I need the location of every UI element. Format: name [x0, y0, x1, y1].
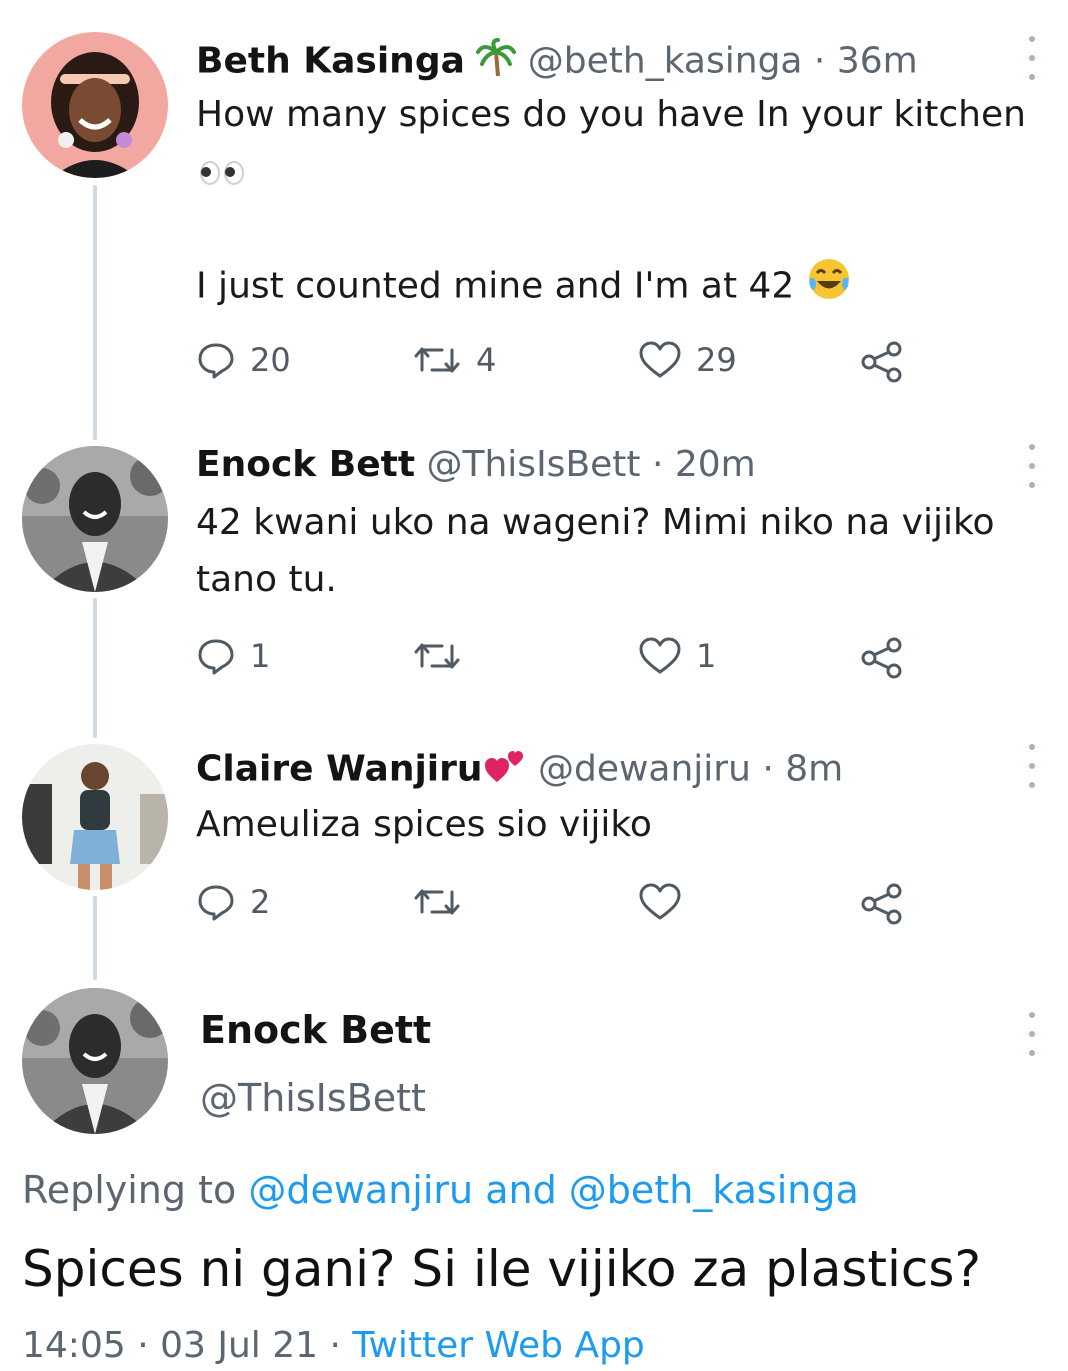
- tweet-text-line: tano tu.: [196, 559, 337, 600]
- tears-of-joy-icon: [806, 256, 852, 319]
- tweet-text-line: I just counted mine and I'm at 42: [196, 265, 795, 307]
- separator: ·: [329, 1325, 341, 1366]
- retweet-icon: [414, 889, 460, 915]
- author-name[interactable]: Beth Kasinga: [196, 41, 465, 82]
- author-handle[interactable]: @dewanjiru: [538, 749, 751, 790]
- like-count: 29: [696, 341, 737, 379]
- separator: ·: [750, 748, 786, 790]
- retweet-icon: [414, 643, 460, 669]
- like-button[interactable]: [638, 882, 696, 922]
- tweet-time[interactable]: 14:05: [22, 1325, 126, 1366]
- timestamp[interactable]: 8m: [785, 749, 843, 790]
- separator: ·: [137, 1325, 149, 1366]
- thread-line: [93, 598, 97, 738]
- author-name[interactable]: Claire Wanjiru: [196, 749, 483, 790]
- retweet-button[interactable]: [412, 882, 476, 922]
- hearts-icon: [483, 746, 527, 795]
- mention-link[interactable]: @beth_kasinga: [569, 1168, 859, 1212]
- tweet-text: Spices ni gani? Si ile vijiko za plastic…: [22, 1240, 981, 1298]
- share-button[interactable]: [860, 636, 904, 680]
- eyes-icon: [196, 148, 248, 205]
- reply-count: 1: [250, 637, 271, 675]
- replying-to: Replying to @dewanjiru and @beth_kasinga: [22, 1168, 859, 1212]
- timestamp[interactable]: 36m: [837, 41, 918, 82]
- retweet-button[interactable]: 4: [412, 340, 496, 380]
- tweet-date[interactable]: 03 Jul 21: [160, 1325, 318, 1366]
- author-handle[interactable]: @beth_kasinga: [528, 41, 803, 82]
- more-options-icon[interactable]: [1022, 744, 1042, 788]
- more-options-icon[interactable]: [1022, 1012, 1042, 1056]
- reply-count: 2: [250, 883, 271, 921]
- more-options-icon[interactable]: [1022, 444, 1042, 488]
- author-name[interactable]: Enock Bett: [196, 444, 415, 485]
- share-icon: [861, 883, 902, 925]
- like-count: 1: [696, 637, 717, 675]
- tweet-text-line: 42 kwani uko na wageni? Mimi niko na vij…: [196, 502, 995, 543]
- like-button[interactable]: 29: [638, 340, 737, 380]
- reply-icon: [198, 343, 234, 379]
- heart-icon: [639, 883, 681, 920]
- retweet-icon: [414, 347, 460, 373]
- share-icon: [861, 341, 902, 383]
- separator: ·: [802, 40, 837, 82]
- tweet-meta: 14:05 · 03 Jul 21 · Twitter Web App: [22, 1325, 645, 1366]
- share-button[interactable]: [860, 882, 904, 926]
- share-button[interactable]: [860, 340, 904, 384]
- like-button[interactable]: 1: [638, 636, 716, 676]
- separator: ·: [640, 444, 675, 485]
- share-icon: [861, 637, 902, 679]
- author-handle[interactable]: @ThisIsBett: [200, 1076, 426, 1120]
- thread-line: [93, 896, 97, 980]
- reply-icon: [198, 885, 234, 921]
- heart-icon: [639, 341, 681, 378]
- reply-button[interactable]: 20: [196, 340, 291, 380]
- avatar[interactable]: [22, 32, 168, 178]
- author-name[interactable]: Enock Bett: [200, 1008, 431, 1052]
- timestamp[interactable]: 20m: [675, 444, 756, 485]
- reply-count: 20: [250, 341, 291, 379]
- mention-link[interactable]: @dewanjiru: [248, 1168, 473, 1212]
- tweet-text-line: Ameuliza spices sio vijiko: [196, 804, 652, 845]
- thread-line: [93, 185, 97, 440]
- reply-button[interactable]: 2: [196, 882, 270, 922]
- avatar[interactable]: [22, 988, 168, 1134]
- palm-tree-icon: [476, 38, 517, 87]
- tweet-source-link[interactable]: Twitter Web App: [352, 1325, 644, 1366]
- tweet-text-line: How many spices do you have In your kitc…: [196, 94, 1026, 135]
- retweet-button[interactable]: [412, 636, 476, 676]
- replying-prefix: Replying to: [22, 1168, 237, 1212]
- reply-icon: [198, 639, 234, 675]
- heart-icon: [639, 637, 681, 674]
- replying-and: and: [485, 1168, 557, 1212]
- avatar[interactable]: [22, 446, 168, 592]
- more-options-icon[interactable]: [1022, 36, 1042, 80]
- avatar[interactable]: [22, 744, 168, 890]
- author-handle[interactable]: @ThisIsBett: [427, 444, 641, 485]
- reply-button[interactable]: 1: [196, 636, 270, 676]
- retweet-count: 4: [476, 341, 497, 379]
